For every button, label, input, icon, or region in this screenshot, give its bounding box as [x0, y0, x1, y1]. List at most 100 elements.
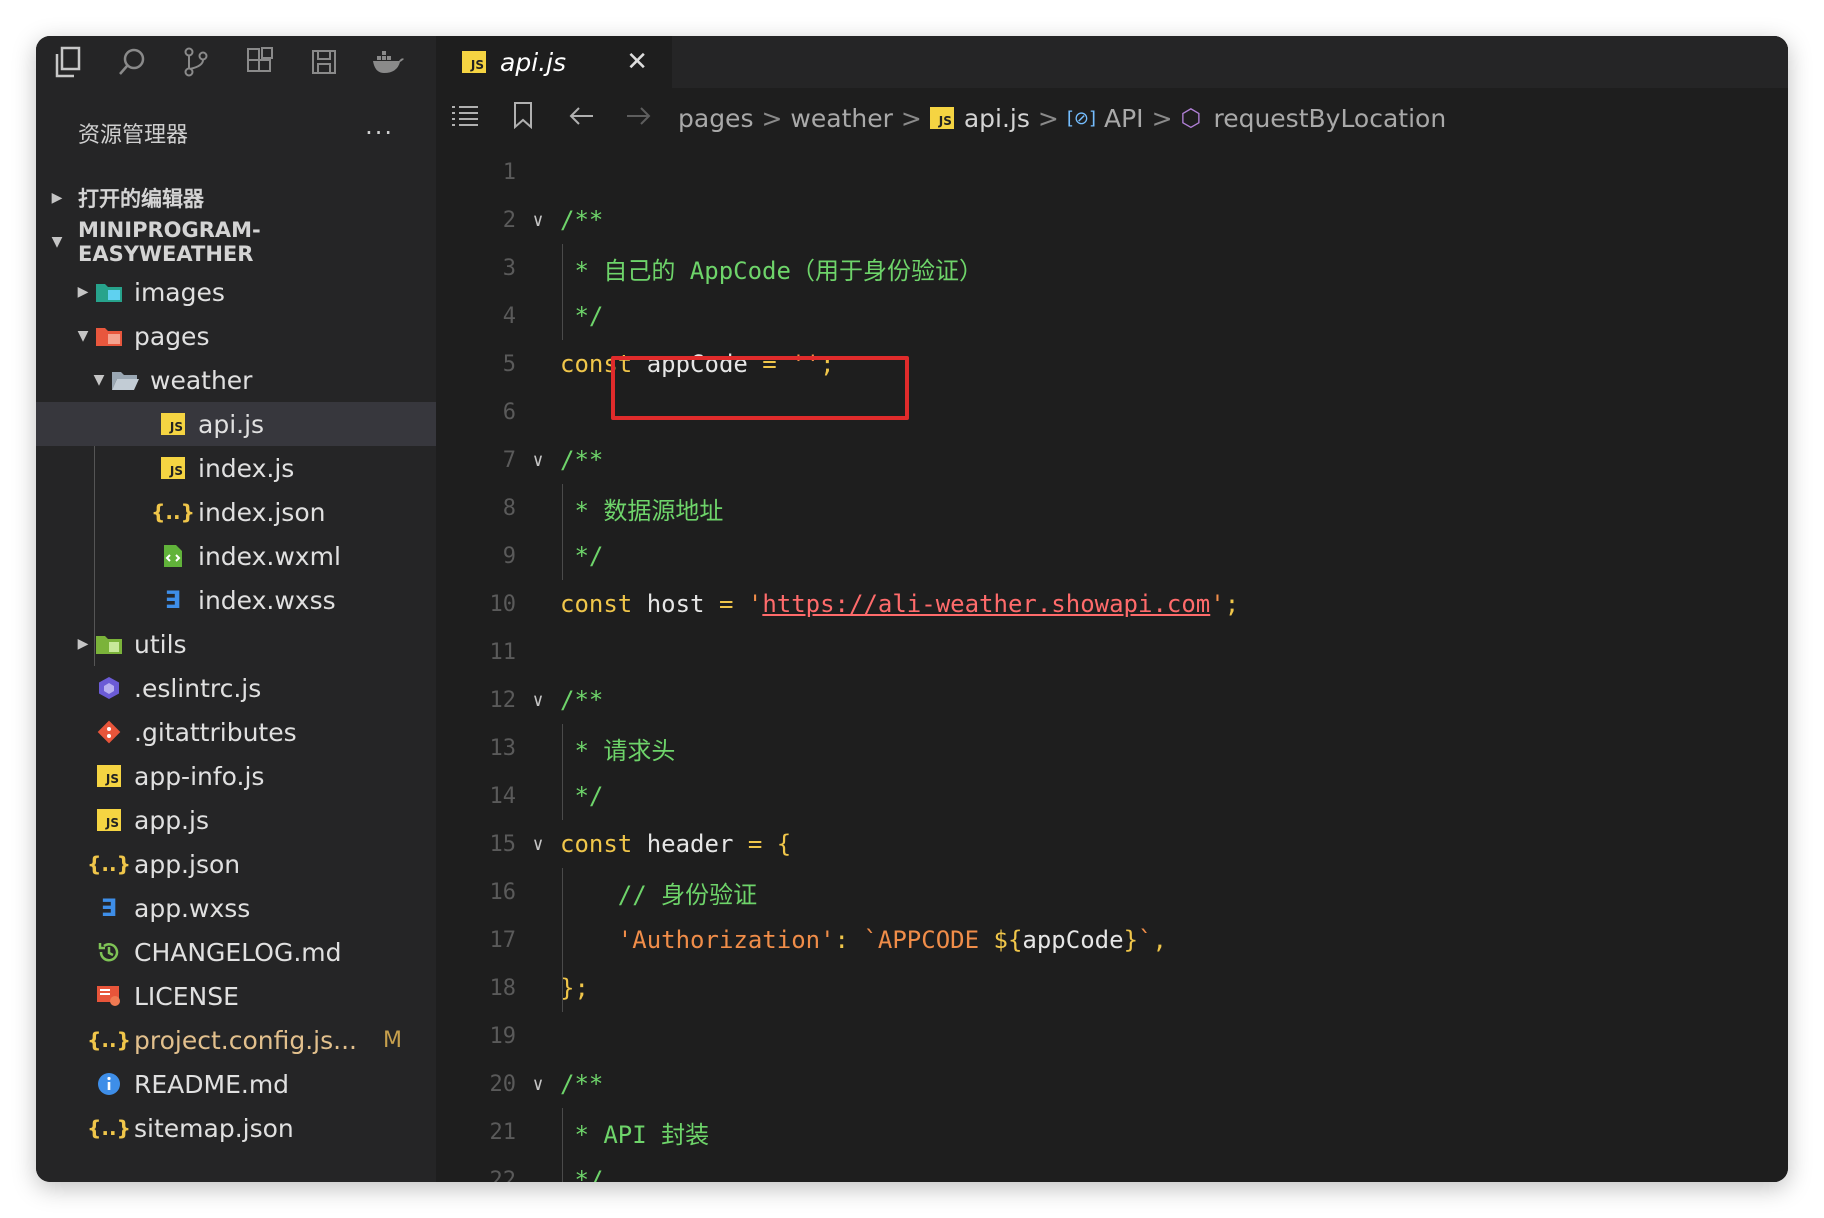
line-number: 10 — [489, 591, 517, 617]
tree-item[interactable]: {..} index.json — [36, 490, 436, 534]
code-token: const — [560, 590, 647, 618]
docker-icon[interactable] — [356, 36, 420, 88]
back-arrow-icon[interactable] — [552, 104, 610, 132]
tree-item[interactable]: .gitattributes — [36, 710, 436, 754]
tree-item[interactable]: {..} sitemap.json — [36, 1106, 436, 1150]
breadcrumb-api[interactable]: API — [1104, 104, 1144, 133]
code-line: 8 * 数据源地址 — [436, 484, 1788, 532]
chevron-down-icon: ▼ — [77, 328, 89, 344]
line-number: 1 — [502, 159, 516, 185]
breadcrumb-separator: > — [1037, 103, 1059, 133]
fold-chevron-icon[interactable]: ∨ — [516, 450, 560, 471]
tree-item[interactable]: JS index.js — [36, 446, 436, 490]
code-line: 16 // 身份验证 — [436, 868, 1788, 916]
json-file-icon: {..} — [87, 852, 131, 876]
search-icon[interactable] — [100, 36, 164, 88]
tree-item[interactable]: LICENSE — [36, 974, 436, 1018]
sidebar: 资源管理器 ··· ▶ 打开的编辑器 ▼ MINIPROGRAM-EASYWEA… — [36, 36, 436, 1182]
explorer-icon[interactable] — [36, 36, 100, 88]
code-line: 9 */ — [436, 532, 1788, 580]
code-line: 17 'Authorization': `APPCODE ${appCode}`… — [436, 916, 1788, 964]
tree-item[interactable]: ▼ weather — [36, 358, 436, 402]
tree-item-label: images — [134, 277, 225, 307]
breadcrumb-file[interactable]: api.js — [964, 104, 1030, 133]
code-line: 12 ∨/** — [436, 676, 1788, 724]
folder-images-icon — [94, 278, 124, 306]
info-icon — [94, 1070, 124, 1098]
open-editors-section[interactable]: ▶ 打开的编辑器 — [36, 176, 436, 220]
folder-utils-icon — [94, 630, 124, 658]
fold-chevron-icon[interactable]: ∨ — [516, 834, 560, 855]
tree-item[interactable]: CHANGELOG.md — [36, 930, 436, 974]
close-icon[interactable]: ✕ — [626, 47, 648, 77]
project-section[interactable]: ▼ MINIPROGRAM-EASYWEATHER — [36, 218, 436, 266]
tree-item[interactable]: JS app-info.js — [36, 754, 436, 798]
js-file-icon: JS — [94, 806, 124, 834]
fold-chevron-icon[interactable]: ∨ — [516, 210, 560, 231]
js-file-icon: JS — [94, 762, 124, 790]
tree-item-label: sitemap.json — [134, 1113, 294, 1143]
code-line: 1 — [436, 148, 1788, 196]
breadcrumb-weather[interactable]: weather — [790, 104, 892, 133]
tree-item[interactable]: ∃ index.wxss — [36, 578, 436, 622]
code-token: https://ali-weather.showapi.com — [762, 590, 1211, 618]
code-token: */ — [560, 782, 604, 810]
code-token: } — [1123, 926, 1139, 954]
code-token: ' — [1210, 590, 1225, 618]
tree-item[interactable]: JS api.js — [36, 402, 436, 446]
forward-arrow-icon[interactable] — [610, 104, 668, 132]
tree-item[interactable]: index.wxml — [36, 534, 436, 578]
indent-guide — [562, 244, 563, 340]
tree-item-label: app.js — [134, 805, 209, 835]
modified-badge: M — [383, 1027, 402, 1053]
line-number: 17 — [489, 927, 517, 953]
tree-item-label: app-info.js — [134, 761, 265, 791]
code-line: 13 * 请求头 — [436, 724, 1788, 772]
indent-guide — [562, 868, 563, 1012]
line-number: 22 — [489, 1167, 517, 1183]
indent-guide — [562, 1108, 563, 1182]
code-line: 3 * 自己的 AppCode（用于身份验证） — [436, 244, 1788, 292]
tree-item[interactable]: .eslintrc.js — [36, 666, 436, 710]
tree-item[interactable]: ▼ pages — [36, 314, 436, 358]
code-line: 7 ∨/** — [436, 436, 1788, 484]
code-token: /** — [560, 206, 604, 234]
code-token: ${ — [993, 926, 1023, 954]
code-line: 10 const host = 'https://ali-weather.show… — [436, 580, 1788, 628]
breadcrumb-pages[interactable]: pages — [678, 104, 753, 133]
code-line: 4 */ — [436, 292, 1788, 340]
code-line: 20 ∨/** — [436, 1060, 1788, 1108]
source-control-icon[interactable] — [164, 36, 228, 88]
folder-pages-icon — [94, 322, 124, 350]
tree-item-label: .gitattributes — [134, 717, 297, 747]
line-number: 16 — [489, 879, 517, 905]
bookmark-icon[interactable] — [494, 101, 552, 135]
outline-list-icon[interactable] — [436, 104, 494, 132]
code-editor[interactable]: 1 2 ∨/** 3 * 自己的 AppCode（用于身份验证） 4 */5 const … — [436, 148, 1788, 1182]
code-token: */ — [560, 542, 604, 570]
symbol-method-icon: ⬡ — [1180, 104, 1202, 132]
tree-item-label: api.js — [198, 409, 265, 439]
tree-item[interactable]: README.md — [36, 1062, 436, 1106]
line-number: 13 — [489, 735, 517, 761]
tree-item-label: CHANGELOG.md — [134, 937, 342, 967]
tab-api-js[interactable]: JS api.js ✕ — [436, 36, 672, 88]
git-icon — [94, 718, 124, 746]
fold-chevron-icon[interactable]: ∨ — [516, 1074, 560, 1095]
line-number: 20 — [489, 1071, 517, 1097]
js-file-icon: JS — [462, 51, 486, 73]
save-icon[interactable] — [292, 36, 356, 88]
tree-item[interactable]: JS app.js — [36, 798, 436, 842]
tree-item[interactable]: {..} project.config.js... M — [36, 1018, 436, 1062]
more-actions-button[interactable]: ··· — [365, 119, 394, 147]
tree-item-label: .eslintrc.js — [134, 673, 262, 703]
tree-item[interactable]: ▶ images — [36, 270, 436, 314]
fold-chevron-icon[interactable]: ∨ — [516, 690, 560, 711]
code-token: /** — [560, 686, 604, 714]
breadcrumb-symbol[interactable]: requestByLocation — [1213, 104, 1446, 133]
line-number: 3 — [502, 255, 516, 281]
tree-item[interactable]: ∃ app.wxss — [36, 886, 436, 930]
tree-item[interactable]: {..} app.json — [36, 842, 436, 886]
extensions-icon[interactable] — [228, 36, 292, 88]
tree-item[interactable]: ▶ utils — [36, 622, 436, 666]
